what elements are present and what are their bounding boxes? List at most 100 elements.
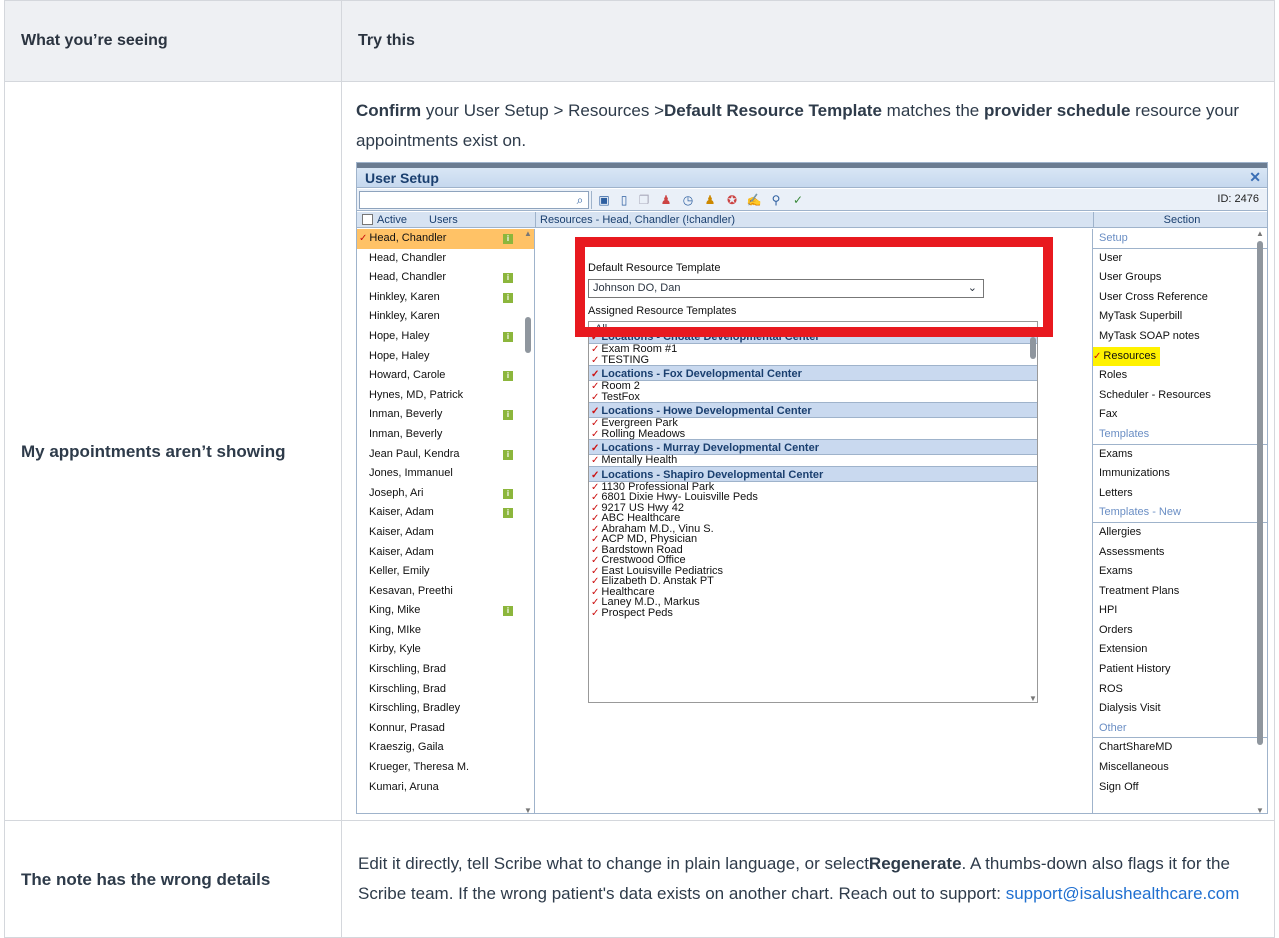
- user-list-item[interactable]: Hope, Haley: [357, 347, 534, 367]
- resource-group-header[interactable]: ✓ Locations - Murray Developmental Center: [589, 439, 1037, 455]
- info-icon[interactable]: i: [503, 488, 513, 499]
- section-item[interactable]: Dialysis Visit: [1093, 699, 1267, 719]
- user-list-item[interactable]: Kumari, Aruna: [357, 778, 534, 798]
- scroll-down-icon[interactable]: ▼: [1028, 694, 1038, 703]
- section-item[interactable]: Miscellaneous: [1093, 758, 1267, 778]
- resource-list-item[interactable]: ✓ Room 2: [589, 381, 1037, 392]
- section-item[interactable]: Exams: [1093, 445, 1267, 465]
- users-scrollbar[interactable]: ▲ ▼: [523, 229, 533, 813]
- user-list-item[interactable]: Jean Paul, Kendra i: [357, 445, 534, 465]
- scroll-thumb[interactable]: [1257, 241, 1263, 745]
- section-item[interactable]: Letters: [1093, 484, 1267, 504]
- save-icon[interactable]: ▣: [595, 191, 613, 209]
- info-icon[interactable]: i: [503, 606, 513, 617]
- resource-list-item[interactable]: ✓ Elizabeth D. Anstak PT: [589, 576, 1037, 587]
- new-document-icon[interactable]: ▯: [615, 191, 633, 209]
- key-icon[interactable]: ⚲: [767, 191, 785, 209]
- user-list-item[interactable]: Kesavan, Preethi: [357, 582, 534, 602]
- resource-list-item[interactable]: ✓ Mentally Health: [589, 455, 1037, 466]
- resource-list-item[interactable]: ✓ Rolling Meadows: [589, 428, 1037, 439]
- support-email-link[interactable]: support@isalushealthcare.com: [1006, 884, 1240, 903]
- section-item[interactable]: User Groups: [1093, 268, 1267, 288]
- section-item[interactable]: ROS: [1093, 680, 1267, 700]
- section-item[interactable]: Allergies: [1093, 523, 1267, 543]
- user-list-item[interactable]: Konnur, Prasad: [357, 719, 534, 739]
- section-scrollbar[interactable]: ▲ ▼: [1255, 229, 1265, 813]
- user-list-item[interactable]: Kirby, Kyle: [357, 640, 534, 660]
- user-list-item[interactable]: Kaiser, Adam i: [357, 503, 534, 523]
- scroll-thumb[interactable]: [525, 317, 531, 353]
- section-item[interactable]: MyTask Superbill: [1093, 307, 1267, 327]
- scroll-down-icon[interactable]: ▼: [1255, 806, 1265, 813]
- section-item[interactable]: User Cross Reference: [1093, 288, 1267, 308]
- resource-list-item[interactable]: ✓ Exam Room #1: [589, 344, 1037, 355]
- user-list-item[interactable]: Kirschling, Brad: [357, 680, 534, 700]
- resource-list-item[interactable]: ✓ TestFox: [589, 391, 1037, 402]
- info-icon[interactable]: i: [503, 449, 513, 460]
- user-list-item[interactable]: Inman, Beverly: [357, 425, 534, 445]
- section-item[interactable]: Roles: [1093, 366, 1267, 386]
- user-list-item[interactable]: Howard, Carole i: [357, 366, 534, 386]
- close-icon[interactable]: ✕: [1249, 169, 1261, 186]
- section-item[interactable]: HPI: [1093, 601, 1267, 621]
- section-item[interactable]: Sign Off: [1093, 778, 1267, 798]
- scroll-up-icon[interactable]: ▲: [523, 229, 533, 238]
- info-icon[interactable]: i: [503, 371, 513, 382]
- user-list-item[interactable]: Kraeszig, Gaila: [357, 738, 534, 758]
- section-item[interactable]: Patient History: [1093, 660, 1267, 680]
- user-settings-icon[interactable]: ♟: [701, 191, 719, 209]
- user-list-item[interactable]: Kirschling, Brad: [357, 660, 534, 680]
- user-list-item[interactable]: Kaiser, Adam: [357, 523, 534, 543]
- active-checkbox[interactable]: [362, 214, 373, 225]
- scroll-thumb[interactable]: [1030, 337, 1036, 359]
- resources-scrollbar[interactable]: ▼: [1028, 337, 1038, 703]
- user-list-item[interactable]: Kirschling, Bradley: [357, 699, 534, 719]
- info-icon[interactable]: i: [503, 292, 513, 303]
- user-list-item[interactable]: Jones, Immanuel: [357, 464, 534, 484]
- user-list-item[interactable]: King, MIke: [357, 621, 534, 641]
- info-icon[interactable]: i: [503, 234, 513, 244]
- user-icon[interactable]: ♟: [657, 191, 675, 209]
- resource-group-header[interactable]: ✓ Locations - Howe Developmental Center: [589, 402, 1037, 418]
- section-item[interactable]: Fax: [1093, 405, 1267, 425]
- search-input[interactable]: [359, 191, 589, 209]
- resource-group-header[interactable]: ✓ Locations - Fox Developmental Center: [589, 365, 1037, 381]
- section-item[interactable]: Extension: [1093, 640, 1267, 660]
- resource-list-item[interactable]: ✓ TESTING: [589, 354, 1037, 365]
- section-item[interactable]: Immunizations: [1093, 464, 1267, 484]
- user-list-item[interactable]: ✓ Head, Chandler i: [357, 229, 534, 249]
- section-item[interactable]: MyTask SOAP notes: [1093, 327, 1267, 347]
- user-list-item[interactable]: Krueger, Theresa M.: [357, 758, 534, 778]
- search-icon[interactable]: ⌕: [571, 191, 589, 209]
- scroll-up-icon[interactable]: ▲: [1255, 229, 1265, 238]
- section-item[interactable]: Orders: [1093, 621, 1267, 641]
- user-list-item[interactable]: Keller, Emily: [357, 562, 534, 582]
- user-list-item[interactable]: Hinkley, Karen i: [357, 288, 534, 308]
- section-item[interactable]: Scheduler - Resources: [1093, 386, 1267, 406]
- clock-icon[interactable]: ◷: [679, 191, 697, 209]
- section-item[interactable]: User: [1093, 249, 1267, 269]
- user-list-item[interactable]: Head, Chandler: [357, 249, 534, 269]
- info-icon[interactable]: i: [503, 508, 513, 519]
- info-icon[interactable]: i: [503, 410, 513, 421]
- section-item[interactable]: Exams: [1093, 562, 1267, 582]
- section-item[interactable]: ChartShareMD: [1093, 738, 1267, 758]
- user-list-item[interactable]: Hope, Haley i: [357, 327, 534, 347]
- user-list-item[interactable]: Hinkley, Karen: [357, 307, 534, 327]
- copy-icon[interactable]: ❐: [635, 191, 653, 209]
- badge-icon[interactable]: ✪: [723, 191, 741, 209]
- user-list-item[interactable]: Hynes, MD, Patrick: [357, 386, 534, 406]
- approve-icon[interactable]: ✓: [789, 191, 807, 209]
- section-item[interactable]: ✓ Resources: [1093, 346, 1267, 367]
- section-item[interactable]: Assessments: [1093, 543, 1267, 563]
- info-icon[interactable]: i: [503, 331, 513, 342]
- user-list-item[interactable]: Inman, Beverly i: [357, 405, 534, 425]
- user-list-item[interactable]: Head, Chandler i: [357, 268, 534, 288]
- user-list-item[interactable]: Kaiser, Adam: [357, 543, 534, 563]
- signature-icon[interactable]: ✍: [745, 191, 763, 209]
- user-list-item[interactable]: Joseph, Ari i: [357, 484, 534, 504]
- resource-list-item[interactable]: ✓ Prospect Peds: [589, 607, 1037, 618]
- resource-group-header[interactable]: ✓ Locations - Shapiro Developmental Cente…: [589, 465, 1037, 482]
- section-item[interactable]: Treatment Plans: [1093, 582, 1267, 602]
- user-list-item[interactable]: King, Mike i: [357, 601, 534, 621]
